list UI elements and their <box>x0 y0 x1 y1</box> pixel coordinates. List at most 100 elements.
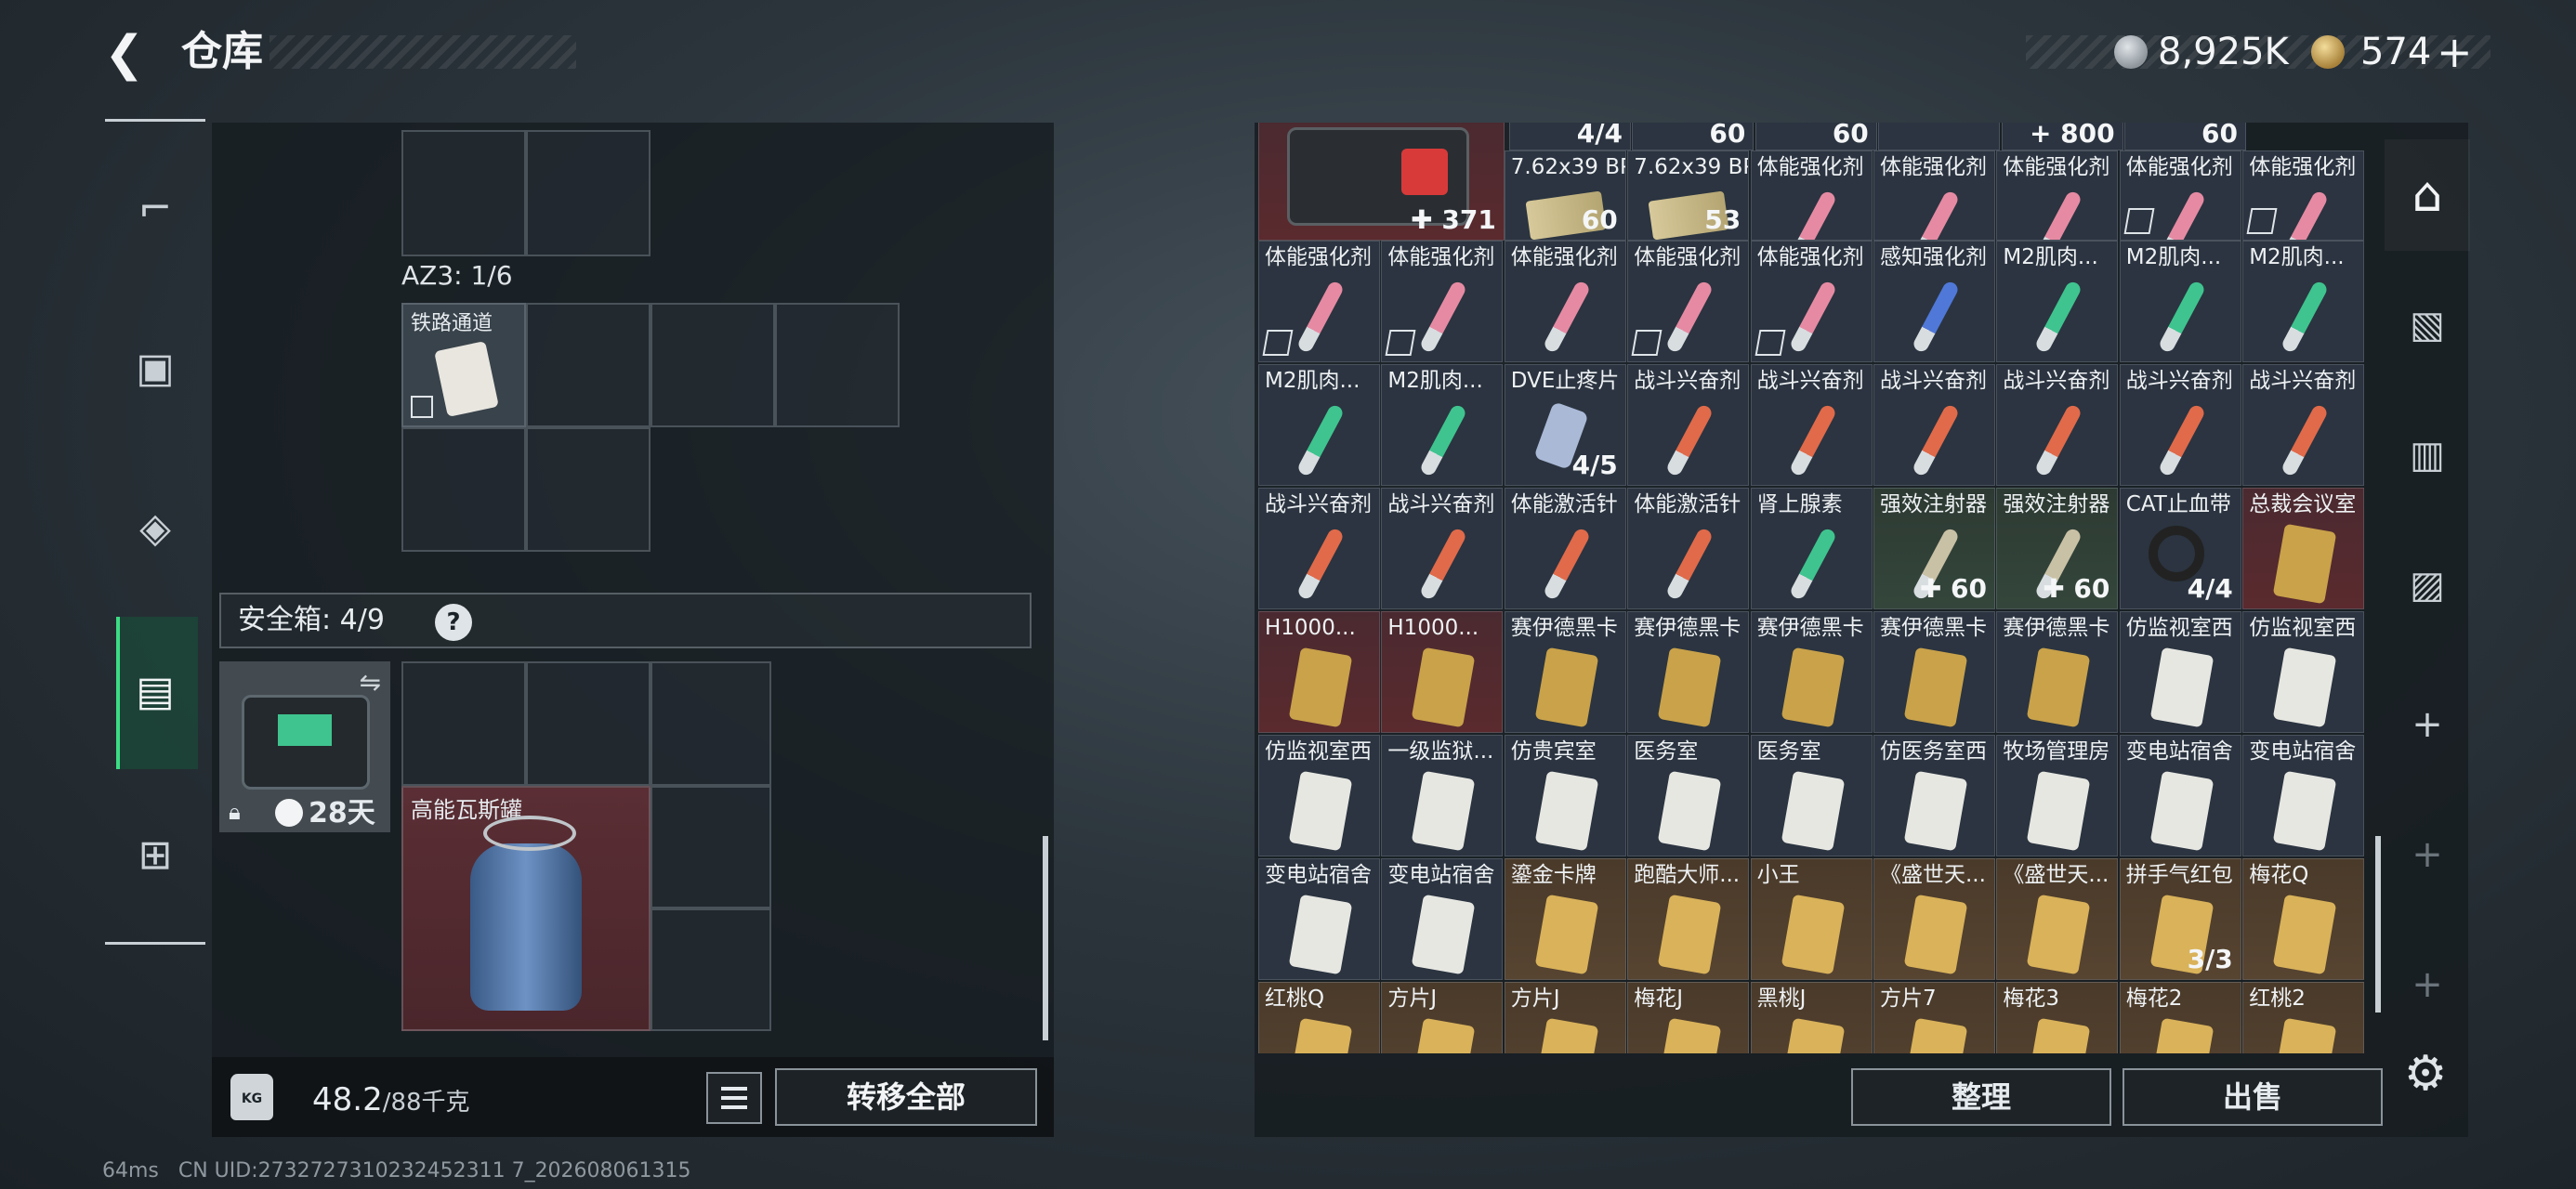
inventory-item[interactable]: 方片J <box>1381 982 1504 1053</box>
inventory-item[interactable]: 赛伊德黑卡 <box>1627 611 1750 733</box>
inventory-item[interactable]: 强效注射器 ✚ 60 <box>1873 488 1995 609</box>
grid-slot[interactable] <box>651 786 771 908</box>
inventory-item[interactable]: 强效注射器 ✚ 60 <box>1996 488 2119 609</box>
inventory-item[interactable]: 仿监视室西 <box>2242 611 2365 733</box>
inventory-item[interactable]: 变电站宿舍 <box>1381 858 1504 980</box>
inventory-item[interactable]: 变电站宿舍 <box>2242 735 2365 856</box>
inventory-item[interactable]: ✚ 371 <box>1258 123 1505 241</box>
inventory-item[interactable]: H1000... <box>1258 611 1380 733</box>
inventory-item[interactable]: 7.62x39 BP 53 <box>1627 150 1750 241</box>
inventory-item[interactable]: + 800 <box>2001 123 2123 150</box>
toolbox-icon[interactable]: ⊞ <box>105 814 205 897</box>
gear-icon[interactable]: ⚙ <box>2398 1046 2453 1102</box>
inventory-item[interactable]: M2肌肉... <box>1996 241 2119 362</box>
add-gold-button[interactable]: + <box>2437 28 2473 76</box>
weapon-icon[interactable]: ⌐ <box>105 167 205 251</box>
inventory-item[interactable]: 体能激活针 <box>1504 488 1626 609</box>
inventory-item[interactable]: 拼手气红包 3/3 <box>2119 858 2241 980</box>
inventory-item[interactable]: 60 <box>2124 123 2246 150</box>
inventory-item[interactable]: 赛伊德黑卡 <box>1873 611 1995 733</box>
list-view-button[interactable] <box>706 1072 762 1124</box>
storage-tab-iv-icon[interactable]: ▥ <box>2385 399 2470 511</box>
inventory-item[interactable]: 红桃Q <box>1258 982 1380 1053</box>
transfer-all-button[interactable]: 转移全部 <box>775 1068 1037 1126</box>
inventory-item[interactable]: H1000... <box>1381 611 1504 733</box>
inventory-item[interactable]: 60 <box>1755 123 1877 150</box>
grid-slot[interactable] <box>651 303 775 427</box>
inventory-item[interactable]: 战斗兴奋剂 <box>1258 488 1380 609</box>
inventory-item[interactable]: 医务室 <box>1627 735 1750 856</box>
inventory-item[interactable]: 体能强化剂 <box>1873 150 1995 241</box>
grid-slot[interactable] <box>526 303 651 427</box>
inventory-item[interactable]: 黑桃J <box>1750 982 1873 1053</box>
inventory-item[interactable]: 60 <box>1632 123 1755 150</box>
inventory-item[interactable]: 战斗兴奋剂 <box>1750 364 1873 486</box>
inventory-item[interactable]: 变电站宿舍 <box>1258 858 1380 980</box>
swap-icon[interactable]: ⇋ <box>360 667 381 698</box>
inventory-item[interactable]: M2肌肉... <box>1381 364 1504 486</box>
inventory-item[interactable]: 体能强化剂 <box>2119 150 2241 241</box>
inventory-item[interactable]: M2肌肉... <box>2119 241 2241 362</box>
inventory-item[interactable]: 体能激活针 <box>1627 488 1750 609</box>
inventory-item[interactable]: 梅花Q <box>2242 858 2365 980</box>
inventory-item[interactable]: 战斗兴奋剂 <box>1996 364 2119 486</box>
inventory-item[interactable]: 战斗兴奋剂 <box>2242 364 2365 486</box>
armor-icon[interactable]: ▣ <box>105 327 205 411</box>
backpack-icon[interactable]: ◈ <box>105 487 205 570</box>
inventory-item[interactable]: 肾上腺素 <box>1750 488 1873 609</box>
inventory-item[interactable]: 赛伊德黑卡 <box>1504 611 1626 733</box>
inventory-item[interactable]: 总裁会议室 <box>2242 488 2365 609</box>
inventory-item[interactable]: 体能强化剂 <box>1381 241 1504 362</box>
scrollbar[interactable] <box>2375 836 2381 1013</box>
storage-tab-v-icon[interactable]: ▧ <box>2385 269 2470 381</box>
inventory-item[interactable]: 高能瓦斯罐 <box>401 786 651 1031</box>
inventory-item[interactable] <box>1878 123 2001 150</box>
inventory-item[interactable]: 梅花2 <box>2119 982 2241 1053</box>
inventory-item[interactable]: 赛伊德黑卡 <box>1996 611 2119 733</box>
inventory-item[interactable]: 仿监视室西 <box>2119 611 2241 733</box>
inventory-item[interactable]: 铁路通道 <box>401 303 526 427</box>
help-button[interactable]: ? <box>435 604 472 641</box>
sell-button[interactable]: 出售 <box>2123 1068 2383 1126</box>
inventory-item[interactable]: 赛伊德黑卡 <box>1750 611 1873 733</box>
safebox-tab-icon[interactable]: ▤ <box>105 650 205 734</box>
inventory-item[interactable]: 跑酷大师... <box>1627 858 1750 980</box>
inventory-item[interactable]: 7.62x39 BP 60 <box>1504 150 1626 241</box>
grid-slot[interactable] <box>526 130 651 256</box>
add-tab-icon[interactable]: + <box>2385 669 2470 780</box>
back-arrow-icon[interactable]: ❮ <box>104 26 152 82</box>
inventory-item[interactable]: 仿医务室西 <box>1873 735 1995 856</box>
inventory-item[interactable]: 战斗兴奋剂 <box>1381 488 1504 609</box>
inventory-item[interactable]: 《盛世天... <box>1873 858 1995 980</box>
grid-slot[interactable] <box>526 427 651 552</box>
inventory-item[interactable]: 仿监视室西 <box>1258 735 1380 856</box>
inventory-item[interactable]: 医务室 <box>1750 735 1873 856</box>
inventory-item[interactable]: M2肌肉... <box>2242 241 2365 362</box>
inventory-item[interactable]: 感知强化剂 <box>1873 241 1995 362</box>
inventory-item[interactable]: 小王 <box>1750 858 1873 980</box>
warehouse-tab-icon[interactable]: ⌂ <box>2385 139 2470 251</box>
inventory-item[interactable]: 体能强化剂 <box>1750 150 1873 241</box>
inventory-item[interactable]: 体能强化剂 <box>1258 241 1380 362</box>
inventory-item[interactable]: CAT止血带 4/4 <box>2119 488 2241 609</box>
inventory-item[interactable]: 梅花3 <box>1996 982 2119 1053</box>
inventory-item[interactable]: 体能强化剂 <box>2242 150 2365 241</box>
inventory-item[interactable]: DVE止疼片 4/5 <box>1504 364 1626 486</box>
grid-slot[interactable] <box>526 661 651 786</box>
inventory-item[interactable]: 红桃2 <box>2242 982 2365 1053</box>
grid-slot[interactable] <box>651 908 771 1031</box>
inventory-item[interactable]: M2肌肉... <box>1258 364 1380 486</box>
sort-button[interactable]: 整理 <box>1851 1068 2111 1126</box>
inventory-item[interactable]: 4/4 <box>1509 123 1631 150</box>
grid-slot[interactable] <box>401 427 526 552</box>
grid-slot[interactable] <box>775 303 900 427</box>
inventory-item[interactable]: 鎏金卡牌 <box>1504 858 1626 980</box>
inventory-item[interactable]: 牧场管理房 <box>1996 735 2119 856</box>
inventory-item[interactable]: 体能强化剂 <box>1504 241 1626 362</box>
inventory-item[interactable]: 《盛世天... <box>1996 858 2119 980</box>
inventory-item[interactable]: 体能强化剂 <box>1627 241 1750 362</box>
add-tab-icon[interactable]: + <box>2385 799 2470 910</box>
inventory-item[interactable]: 体能强化剂 <box>1996 150 2119 241</box>
grid-slot[interactable] <box>401 661 526 786</box>
inventory-item[interactable]: 战斗兴奋剂 <box>1873 364 1995 486</box>
